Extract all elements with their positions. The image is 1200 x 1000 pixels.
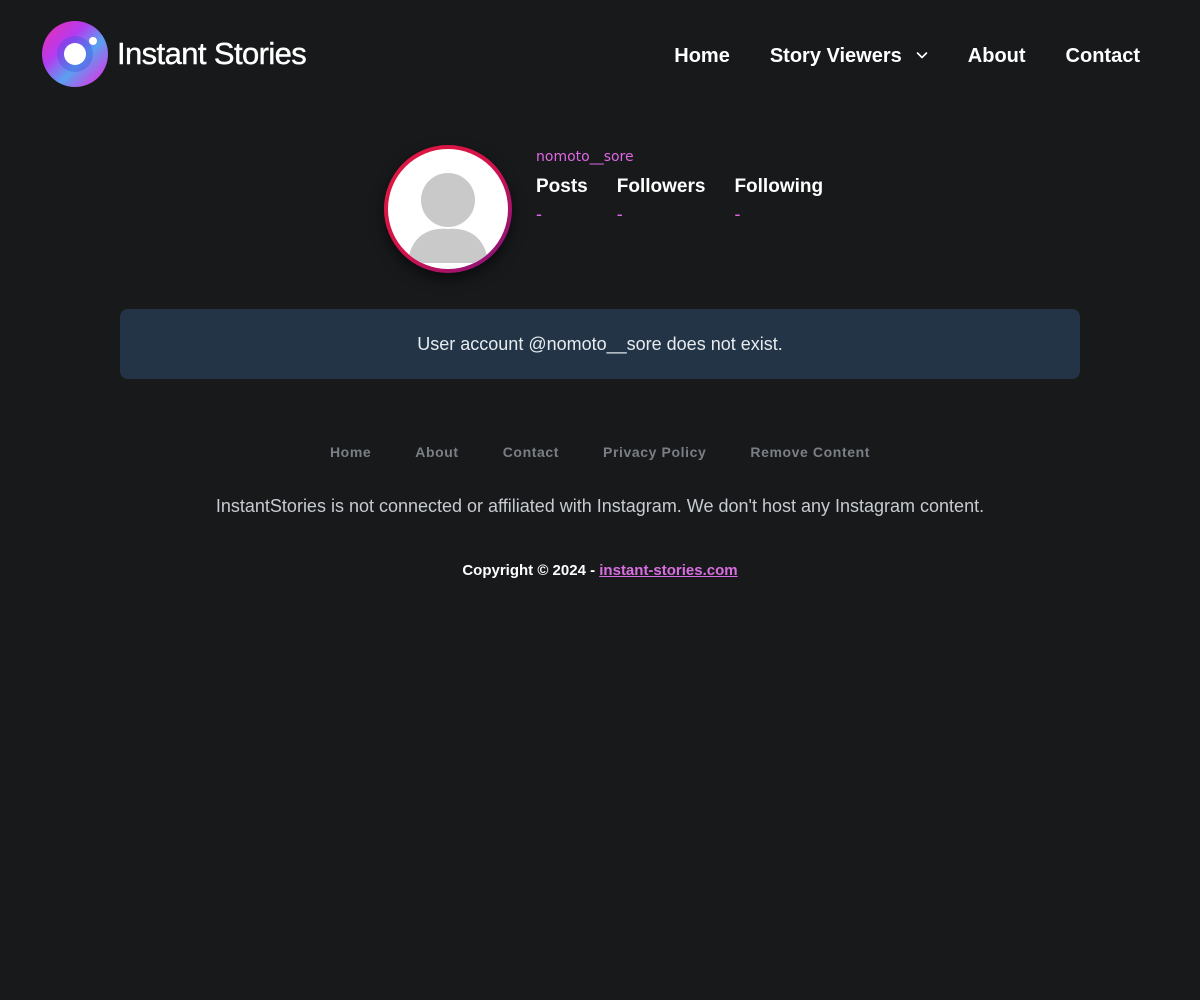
nav-about[interactable]: About [968,42,1026,70]
footer-link-privacy-policy[interactable]: Privacy Policy [603,444,706,460]
stat-posts-value: - [536,204,542,224]
profile-stats: Posts - Followers - Following - [536,175,852,229]
default-user-avatar-icon [408,173,488,263]
stat-followers: Followers - [617,175,706,229]
stat-following-label: Following [734,176,824,197]
footer-link-remove-content[interactable]: Remove Content [750,444,870,460]
nav-contact-label: Contact [1065,44,1140,67]
stat-posts: Posts - [536,175,588,229]
copyright-text: Copyright © 2024 - [462,562,600,579]
stat-posts-label: Posts [536,176,588,197]
site-logo-text: Instant Stories [117,36,307,71]
footer-links: Home About Contact Privacy Policy Remove… [0,444,1200,460]
stat-following: Following - [734,175,823,229]
footer-disclaimer: InstantStories is not connected or affil… [215,496,985,516]
stat-followers-value: - [616,204,623,224]
stat-following-value: - [734,204,741,224]
footer-link-about[interactable]: About [415,444,458,460]
profile-username: nomoto__sore [536,149,634,165]
chevron-down-icon [916,51,928,58]
account-not-found-alert: User account @nomoto__sore does not exis… [120,309,1080,379]
site-header: Instant Stories Home Story Viewers About… [0,0,1200,110]
avatar-image [388,149,508,269]
footer-copyright: Copyright © 2024 - instant-stories.com [0,562,1200,579]
camera-lens-logo-icon [42,21,108,87]
stat-followers-label: Followers [616,176,706,197]
site-logo[interactable]: Instant Stories [42,21,307,87]
footer-link-contact[interactable]: Contact [503,444,559,460]
nav-story-viewers-label: Story Viewers [769,44,902,67]
profile-card: nomoto__sore Posts - Followers - Followi… [384,145,844,277]
avatar [384,145,512,273]
nav-home-label: Home [674,44,730,67]
footer-link-home[interactable]: Home [330,444,371,460]
main-nav: Home Story Viewers About Contact [674,42,1140,70]
nav-contact[interactable]: Contact [1066,42,1140,70]
nav-home[interactable]: Home [674,42,730,70]
alert-message: User account @nomoto__sore does not exis… [417,333,783,354]
copyright-site-link[interactable]: instant-stories.com [599,562,737,579]
nav-story-viewers[interactable]: Story Viewers [770,42,928,70]
nav-about-label: About [967,44,1026,67]
